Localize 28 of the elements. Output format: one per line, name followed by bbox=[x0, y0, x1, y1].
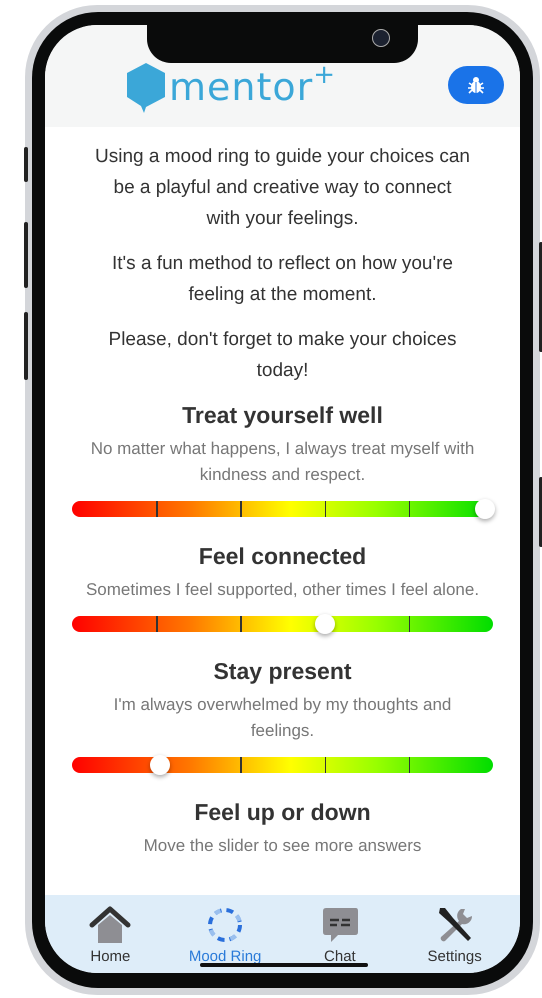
slider-description: Sometimes I feel supported, other times I feel alone. bbox=[84, 579, 480, 601]
slider-title: Feel connected bbox=[198, 542, 368, 571]
side-button[interactable] bbox=[24, 147, 28, 182]
bug-report-button[interactable] bbox=[448, 66, 504, 104]
slider-description: I'm always overwhelmed by my thoughts and feelings. bbox=[112, 694, 452, 742]
slider-thumb[interactable] bbox=[474, 499, 495, 519]
slider-thumb[interactable] bbox=[150, 755, 170, 775]
intro-paragraph: Using a mood ring to guide your choices can be a playful and creative way to connect with your feelings. bbox=[94, 145, 471, 231]
slider-title: Feel up or down bbox=[193, 798, 372, 827]
mood-slider-track[interactable] bbox=[72, 616, 493, 632]
mood-slider-track[interactable] bbox=[72, 501, 493, 517]
hexagon-logo-icon bbox=[125, 61, 167, 113]
slider-thumb[interactable] bbox=[314, 614, 335, 634]
slider-title: Treat yourself well bbox=[181, 401, 384, 430]
slider-description: No matter what happens, I always treat myself with kindness and respect. bbox=[90, 438, 476, 486]
slider-description: Move the slider to see more answers bbox=[142, 835, 422, 857]
intro-paragraph: It's a fun method to reflect on how you're feeling at the moment. bbox=[111, 252, 454, 307]
camera-icon bbox=[372, 29, 390, 47]
house-icon bbox=[88, 905, 132, 945]
tab-bar-item[interactable]: Home bbox=[60, 905, 160, 973]
mood-slider-track[interactable] bbox=[72, 757, 493, 773]
slider-title: Stay present bbox=[212, 657, 353, 686]
tab-bar-item[interactable]: Settings bbox=[404, 905, 505, 973]
intro-paragraph: Please, don't forget to make your choices today! bbox=[108, 328, 458, 383]
tab-bar-item[interactable]: Chat bbox=[290, 905, 390, 973]
tab-bar-item[interactable]: Mood Ring bbox=[175, 905, 276, 973]
app-logo: mentor$^{+}$ bbox=[169, 68, 336, 106]
bug-icon bbox=[466, 75, 486, 95]
